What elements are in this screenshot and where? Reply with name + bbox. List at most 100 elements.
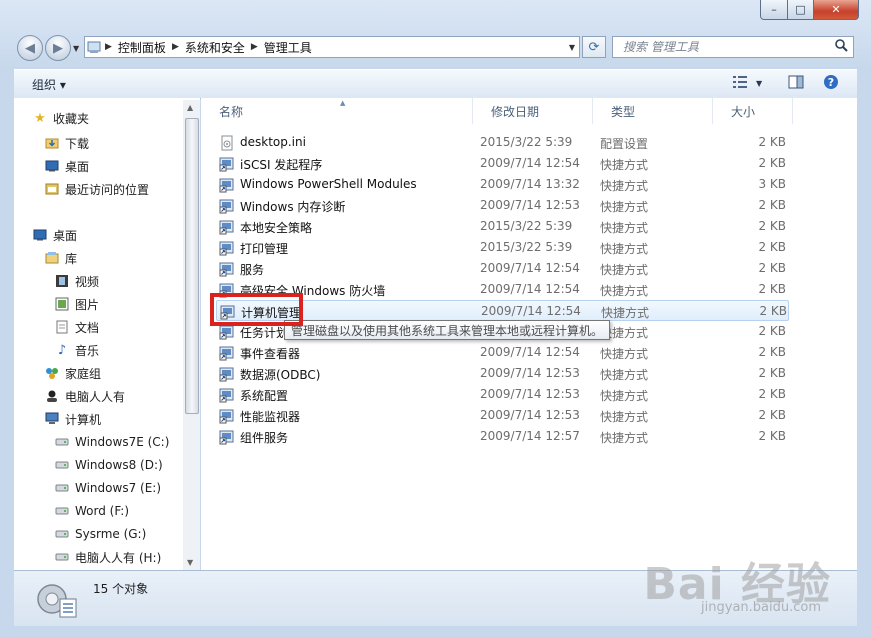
breadcrumb-admin-tools[interactable]: 管理工具 [260, 39, 316, 56]
search-box[interactable] [612, 36, 854, 58]
back-button[interactable]: ◀ [17, 35, 43, 61]
file-date: 2009/7/14 12:57 [480, 429, 580, 443]
file-size: 2 KB [758, 387, 786, 401]
shortcut-icon [219, 387, 235, 403]
file-type: 快捷方式 [600, 431, 649, 445]
recent-pages-dropdown-icon[interactable]: ▼ [73, 44, 79, 53]
back-arrow-icon: ◀ [25, 40, 35, 56]
help-icon: ? [823, 74, 839, 93]
file-type: 快捷方式 [600, 179, 649, 193]
scroll-down-icon[interactable]: ▼ [187, 558, 193, 567]
file-type: 快捷方式 [600, 263, 649, 277]
nav-item-videos[interactable]: 视频 [54, 270, 99, 292]
nav-item-drive-d[interactable]: Windows8 (D:) [54, 454, 163, 476]
file-row[interactable]: 组件服务 2009/7/14 12:57 快捷方式 2 KB [216, 426, 789, 447]
nav-item-drive-f[interactable]: Word (F:) [54, 500, 129, 522]
nav-item-drive-c[interactable]: Windows7E (C:) [54, 431, 169, 453]
file-size: 3 KB [758, 177, 786, 191]
view-dropdown-icon[interactable]: ▼ [756, 79, 762, 88]
maximize-button[interactable]: □ [788, 0, 814, 20]
refresh-icon: ⟳ [588, 39, 600, 55]
address-dropdown-icon[interactable]: ▼ [569, 43, 575, 52]
breadcrumb-separator-icon[interactable]: ▶ [170, 42, 181, 52]
nav-item-desktop-root[interactable]: 桌面 [32, 224, 77, 246]
file-size: 2 KB [758, 156, 786, 170]
file-size: 2 KB [758, 282, 786, 296]
music-icon: ♪ [57, 342, 67, 358]
organize-menu-button[interactable]: 组织 ▾ [32, 76, 66, 93]
file-date: 2009/7/14 12:53 [480, 387, 580, 401]
forward-button[interactable]: ▶ [45, 35, 71, 61]
shortcut-icon [219, 198, 235, 214]
file-name: 系统配置 [240, 389, 289, 403]
nav-item-label: 收藏夹 [53, 111, 90, 126]
file-row[interactable]: 系统配置 2009/7/14 12:53 快捷方式 2 KB [216, 384, 789, 405]
nav-item-label: Word (F:) [75, 504, 130, 518]
file-row[interactable]: iSCSI 发起程序 2009/7/14 12:54 快捷方式 2 KB [216, 153, 789, 174]
column-header-size[interactable]: 大小 [713, 98, 793, 124]
search-input[interactable] [621, 39, 825, 55]
change-view-button[interactable]: ▼ [732, 74, 762, 93]
file-row[interactable]: 事件查看器 2009/7/14 12:54 快捷方式 2 KB [216, 342, 789, 363]
refresh-button[interactable]: ⟳ [582, 36, 606, 58]
file-type: 快捷方式 [600, 242, 649, 256]
search-icon[interactable] [835, 39, 848, 56]
nav-item-desktop[interactable]: 桌面 [44, 155, 89, 177]
nav-item-user[interactable]: 电脑人人有 [44, 385, 125, 407]
nav-item-pictures[interactable]: 图片 [54, 293, 99, 315]
drive-icon [54, 503, 70, 519]
nav-item-drive-h[interactable]: 电脑人人有 (H:) [54, 546, 161, 568]
homegroup-icon [44, 365, 60, 381]
minimize-button[interactable]: – [760, 0, 788, 20]
nav-item-downloads[interactable]: 下载 [44, 132, 89, 154]
forward-arrow-icon: ▶ [53, 40, 63, 56]
nav-scrollbar[interactable]: ▲ ▼ [183, 100, 200, 570]
breadcrumb-system-security[interactable]: 系统和安全 [181, 39, 249, 56]
file-size: 2 KB [759, 304, 787, 318]
file-row[interactable]: 本地安全策略 2015/3/22 5:39 快捷方式 2 KB [216, 216, 789, 237]
file-row[interactable]: desktop.ini 2015/3/22 5:39 配置设置 2 KB [216, 132, 789, 153]
nav-item-label: 桌面 [53, 228, 78, 243]
drive-icon [54, 480, 70, 496]
column-header-date[interactable]: 修改日期 [473, 98, 593, 124]
file-row[interactable]: Windows 内存诊断 2009/7/14 12:53 快捷方式 2 KB [216, 195, 789, 216]
column-header-label: 类型 [611, 104, 636, 119]
nav-item-documents[interactable]: 文档 [54, 316, 99, 338]
nav-item-music[interactable]: ♪ 音乐 [54, 339, 99, 361]
desktop-icon [32, 227, 48, 243]
file-date: 2009/7/14 12:53 [480, 198, 580, 212]
breadcrumb-separator-icon[interactable]: ▶ [103, 42, 114, 52]
nav-item-recent-places[interactable]: 最近访问的位置 [44, 178, 149, 200]
nav-item-label: 电脑人人有 (H:) [75, 550, 162, 565]
file-type: 快捷方式 [600, 368, 649, 382]
column-header-name[interactable]: 名称 [201, 98, 473, 124]
breadcrumb-control-panel[interactable]: 控制面板 [114, 39, 170, 56]
nav-item-label: 图片 [75, 297, 100, 312]
nav-item-drive-e[interactable]: Windows7 (E:) [54, 477, 161, 499]
tooltip: 管理磁盘以及使用其他系统工具来管理本地或远程计算机。 [284, 320, 611, 340]
file-name: Windows 内存诊断 [240, 200, 346, 214]
file-type: 快捷方式 [600, 389, 649, 403]
ini-file-icon [219, 135, 235, 151]
nav-item-homegroup[interactable]: 家庭组 [44, 362, 101, 384]
nav-item-drive-g[interactable]: Sysrme (G:) [54, 523, 146, 545]
address-bar[interactable]: ▶ 控制面板 ▶ 系统和安全 ▶ 管理工具 ▼ [84, 36, 580, 58]
column-header-type[interactable]: 类型 [593, 98, 713, 124]
nav-item-favorites[interactable]: ★ 收藏夹 [32, 107, 89, 129]
file-type: 快捷方式 [600, 410, 649, 424]
file-date: 2009/7/14 12:54 [480, 282, 580, 296]
scrollbar-thumb[interactable] [185, 118, 199, 414]
close-button[interactable]: ✕ [814, 0, 859, 20]
file-row[interactable]: 打印管理 2015/3/22 5:39 快捷方式 2 KB [216, 237, 789, 258]
file-row[interactable]: 数据源(ODBC) 2009/7/14 12:53 快捷方式 2 KB [216, 363, 789, 384]
breadcrumb-separator-icon[interactable]: ▶ [249, 42, 260, 52]
file-row[interactable]: Windows PowerShell Modules 2009/7/14 13:3… [216, 174, 789, 195]
nav-item-computer[interactable]: 计算机 [44, 408, 101, 430]
file-name: 打印管理 [240, 242, 289, 256]
help-button[interactable]: ? [823, 74, 839, 93]
file-row[interactable]: 性能监视器 2009/7/14 12:53 快捷方式 2 KB [216, 405, 789, 426]
file-row[interactable]: 服务 2009/7/14 12:54 快捷方式 2 KB [216, 258, 789, 279]
nav-item-libraries[interactable]: 库 [44, 247, 77, 269]
preview-pane-button[interactable] [788, 74, 804, 93]
scroll-up-icon[interactable]: ▲ [187, 103, 193, 112]
